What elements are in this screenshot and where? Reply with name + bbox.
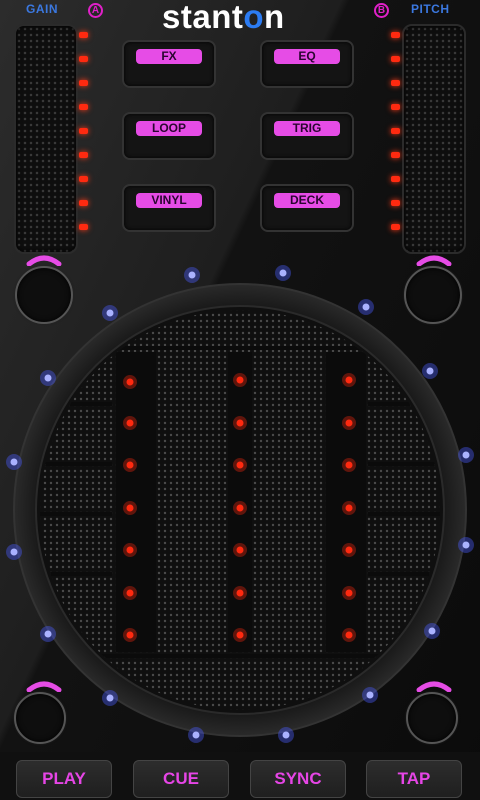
deck-b-badge: B bbox=[374, 3, 389, 18]
eq-pad[interactable]: EQ bbox=[260, 40, 354, 88]
gain-label: GAIN bbox=[26, 2, 58, 16]
deck-a-badge: A bbox=[88, 3, 103, 18]
brand-logo: stanton bbox=[162, 0, 285, 35]
lower-right-knob-indicator bbox=[416, 681, 452, 692]
gain-touch-strip[interactable] bbox=[14, 24, 78, 254]
loop-pad[interactable]: LOOP bbox=[122, 112, 216, 160]
pitch-knob-icon[interactable] bbox=[404, 266, 462, 324]
pitch-touch-strip[interactable] bbox=[402, 24, 466, 254]
gain-knob-indicator bbox=[26, 255, 62, 266]
cue-button[interactable]: CUE bbox=[133, 760, 229, 798]
play-button[interactable]: PLAY bbox=[16, 760, 112, 798]
vinyl-pad-label: VINYL bbox=[136, 193, 202, 208]
tap-button[interactable]: TAP bbox=[366, 760, 462, 798]
pitch-label: PITCH bbox=[411, 2, 450, 16]
deck-pad[interactable]: DECK bbox=[260, 184, 354, 232]
sync-button[interactable]: SYNC bbox=[250, 760, 346, 798]
jog-wheel-icon[interactable] bbox=[12, 282, 468, 738]
eq-pad-label: EQ bbox=[274, 49, 340, 64]
pitch-knob-indicator bbox=[416, 255, 452, 266]
trig-pad-label: TRIG bbox=[274, 121, 340, 136]
gain-knob-icon[interactable] bbox=[15, 266, 73, 324]
deck-pad-label: DECK bbox=[274, 193, 340, 208]
lower-left-knob-indicator bbox=[26, 681, 62, 692]
fx-pad-label: FX bbox=[136, 49, 202, 64]
lower-left-knob-icon[interactable] bbox=[14, 692, 66, 744]
vinyl-pad[interactable]: VINYL bbox=[122, 184, 216, 232]
trig-pad[interactable]: TRIG bbox=[260, 112, 354, 160]
controller-app: GAIN A stanton B PITCH FX EQ LOOP TRIG V… bbox=[0, 0, 480, 800]
lower-right-knob-icon[interactable] bbox=[406, 692, 458, 744]
loop-pad-label: LOOP bbox=[136, 121, 202, 136]
fx-pad[interactable]: FX bbox=[122, 40, 216, 88]
